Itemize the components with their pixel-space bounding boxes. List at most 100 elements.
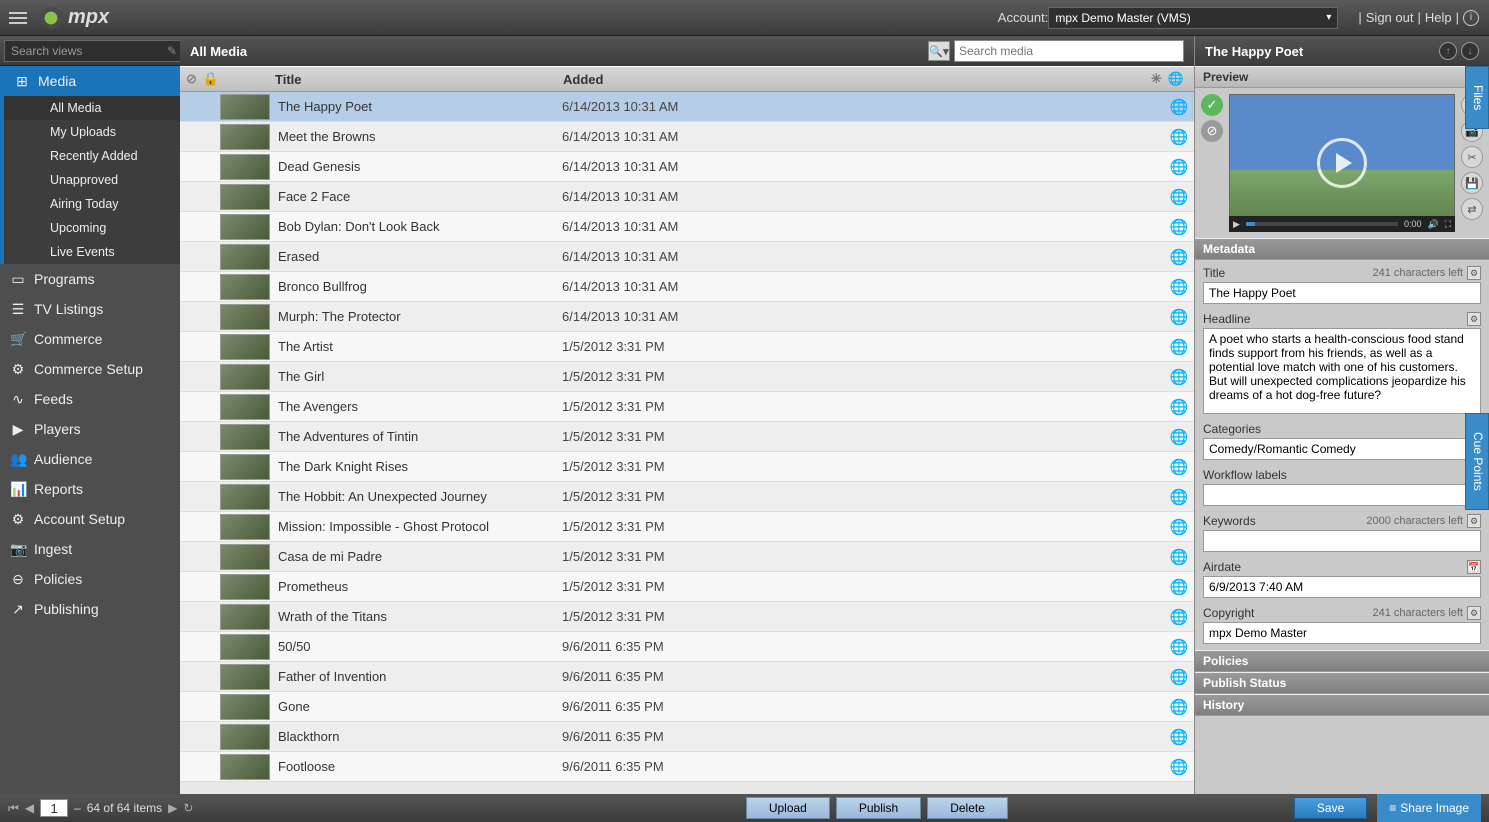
play-icon[interactable]	[1317, 138, 1367, 188]
nav-media[interactable]: ⊞Media	[4, 66, 180, 96]
sidebar-sub-my-uploads[interactable]: My Uploads	[4, 120, 180, 144]
globe-icon[interactable]: 🌐	[1164, 488, 1194, 506]
globe-icon[interactable]: 🌐	[1164, 368, 1194, 386]
lock-icon[interactable]: 🔒	[203, 71, 219, 87]
table-row[interactable]: The Girl1/5/2012 3:31 PM🌐	[180, 362, 1194, 392]
globe-icon[interactable]: 🌐	[1164, 638, 1194, 656]
policies-section[interactable]: Policies	[1195, 650, 1489, 672]
share-image-button[interactable]: ≡Share Image	[1377, 794, 1481, 822]
table-row[interactable]: The Dark Knight Rises1/5/2012 3:31 PM🌐	[180, 452, 1194, 482]
globe-icon[interactable]: 🌐	[1164, 398, 1194, 416]
fullscreen-icon[interactable]: ⛶	[1445, 219, 1451, 230]
headline-field[interactable]: A poet who starts a health-conscious foo…	[1203, 328, 1481, 414]
table-row[interactable]: Erased6/14/2013 10:31 AM🌐	[180, 242, 1194, 272]
video-track[interactable]	[1246, 222, 1398, 226]
table-row[interactable]: Mission: Impossible - Ghost Protocol1/5/…	[180, 512, 1194, 542]
nav-ingest[interactable]: 📷Ingest	[0, 534, 180, 564]
globe-icon[interactable]: 🌐	[1164, 458, 1194, 476]
nav-publishing[interactable]: ↗Publishing	[0, 594, 180, 624]
table-row[interactable]: Murph: The Protector6/14/2013 10:31 AM🌐	[180, 302, 1194, 332]
nav-audience[interactable]: 👥Audience	[0, 444, 180, 474]
gear-icon[interactable]: ⚙	[1467, 514, 1481, 528]
nav-players[interactable]: ▶Players	[0, 414, 180, 444]
first-page-icon[interactable]: ⏮	[8, 801, 19, 816]
globe-icon[interactable]: 🌐	[1164, 128, 1194, 146]
cue-points-tab[interactable]: Cue Points	[1465, 413, 1489, 510]
table-row[interactable]: The Artist1/5/2012 3:31 PM🌐	[180, 332, 1194, 362]
globe-icon[interactable]: 🌐	[1164, 278, 1194, 296]
search-dropdown-icon[interactable]: 🔍▾	[928, 41, 950, 61]
table-row[interactable]: Face 2 Face6/14/2013 10:31 AM🌐	[180, 182, 1194, 212]
col-title[interactable]: Title	[275, 72, 563, 87]
page-input[interactable]	[40, 799, 68, 817]
upload-button[interactable]: Upload	[746, 797, 830, 819]
delete-button[interactable]: Delete	[927, 797, 1008, 819]
globe-icon[interactable]: 🌐	[1164, 608, 1194, 626]
nav-commerce[interactable]: 🛒Commerce	[0, 324, 180, 354]
history-section[interactable]: History	[1195, 694, 1489, 716]
search-media-input[interactable]	[954, 40, 1184, 62]
gear-icon[interactable]: ⚙	[1467, 606, 1481, 620]
prev-page-icon[interactable]: ◀	[25, 801, 34, 815]
globe-icon[interactable]: 🌐	[1164, 338, 1194, 356]
globe-icon[interactable]: 🌐	[1164, 668, 1194, 686]
table-row[interactable]: Bronco Bullfrog6/14/2013 10:31 AM🌐	[180, 272, 1194, 302]
sidebar-sub-recently-added[interactable]: Recently Added	[4, 144, 180, 168]
workflow-field[interactable]	[1203, 484, 1481, 506]
globe-icon[interactable]: 🌐	[1164, 758, 1194, 776]
categories-field[interactable]	[1203, 438, 1481, 460]
table-row[interactable]: Wrath of the Titans1/5/2012 3:31 PM🌐	[180, 602, 1194, 632]
nav-policies[interactable]: ⊖Policies	[0, 564, 180, 594]
sidebar-sub-all-media[interactable]: All Media	[4, 96, 180, 120]
down-arrow-icon[interactable]: ↓	[1461, 42, 1479, 60]
globe-icon[interactable]: 🌐	[1164, 188, 1194, 206]
signout-link[interactable]: Sign out	[1366, 10, 1414, 25]
video-preview[interactable]	[1229, 94, 1455, 232]
publish-status-section[interactable]: Publish Status	[1195, 672, 1489, 694]
table-row[interactable]: The Hobbit: An Unexpected Journey1/5/201…	[180, 482, 1194, 512]
globe-icon[interactable]: 🌐	[1164, 428, 1194, 446]
sidebar-sub-airing-today[interactable]: Airing Today	[4, 192, 180, 216]
brand-logo[interactable]: mpx	[40, 6, 109, 29]
nav-reports[interactable]: 📊Reports	[0, 474, 180, 504]
nav-programs[interactable]: ▭Programs	[0, 264, 180, 294]
refresh-icon[interactable]: ↻	[183, 801, 193, 815]
nav-feeds[interactable]: ∿Feeds	[0, 384, 180, 414]
copyright-field[interactable]	[1203, 622, 1481, 644]
globe-icon[interactable]: 🌐	[1164, 698, 1194, 716]
table-row[interactable]: Blackthorn9/6/2011 6:35 PM🌐	[180, 722, 1194, 752]
table-row[interactable]: Father of Invention9/6/2011 6:35 PM🌐	[180, 662, 1194, 692]
table-row[interactable]: Meet the Browns6/14/2013 10:31 AM🌐	[180, 122, 1194, 152]
table-row[interactable]: Casa de mi Padre1/5/2012 3:31 PM🌐	[180, 542, 1194, 572]
globe-icon[interactable]: 🌐	[1164, 578, 1194, 596]
volume-icon[interactable]: 🔊	[1427, 219, 1438, 230]
disable-icon[interactable]: ⊘	[1201, 120, 1223, 142]
table-row[interactable]: Bob Dylan: Don't Look Back6/14/2013 10:3…	[180, 212, 1194, 242]
table-row[interactable]: The Avengers1/5/2012 3:31 PM🌐	[180, 392, 1194, 422]
table-row[interactable]: The Adventures of Tintin1/5/2012 3:31 PM…	[180, 422, 1194, 452]
globe-icon[interactable]: 🌐	[1164, 518, 1194, 536]
table-row[interactable]: Prometheus1/5/2012 3:31 PM🌐	[180, 572, 1194, 602]
sidebar-sub-live-events[interactable]: Live Events	[4, 240, 180, 264]
help-link[interactable]: Help	[1425, 10, 1452, 25]
next-page-icon[interactable]: ▶	[168, 801, 177, 815]
nav-tv-listings[interactable]: ☰TV Listings	[0, 294, 180, 324]
up-arrow-icon[interactable]: ↑	[1439, 42, 1457, 60]
publish-button[interactable]: Publish	[836, 797, 921, 819]
search-views-input[interactable]: Search views ✎	[4, 40, 184, 62]
table-row[interactable]: Footloose9/6/2011 6:35 PM🌐	[180, 752, 1194, 782]
info-icon[interactable]: i	[1463, 10, 1479, 26]
globe-icon[interactable]: 🌐	[1164, 248, 1194, 266]
calendar-icon[interactable]: 📅	[1467, 560, 1481, 574]
nav-commerce-setup[interactable]: ⚙Commerce Setup	[0, 354, 180, 384]
check-icon[interactable]: ✓	[1201, 94, 1223, 116]
globe-icon[interactable]: 🌐	[1164, 308, 1194, 326]
video-controls[interactable]: ▶ 0:00 🔊 ⛶	[1229, 216, 1455, 232]
title-field[interactable]	[1203, 282, 1481, 304]
sidebar-sub-unapproved[interactable]: Unapproved	[4, 168, 180, 192]
disable-icon[interactable]: ⊘	[186, 71, 197, 87]
play-button-icon[interactable]: ▶	[1233, 219, 1240, 230]
col-added[interactable]: Added	[563, 72, 1144, 87]
menu-button[interactable]	[0, 0, 36, 36]
globe-icon[interactable]: 🌐	[1164, 98, 1194, 116]
